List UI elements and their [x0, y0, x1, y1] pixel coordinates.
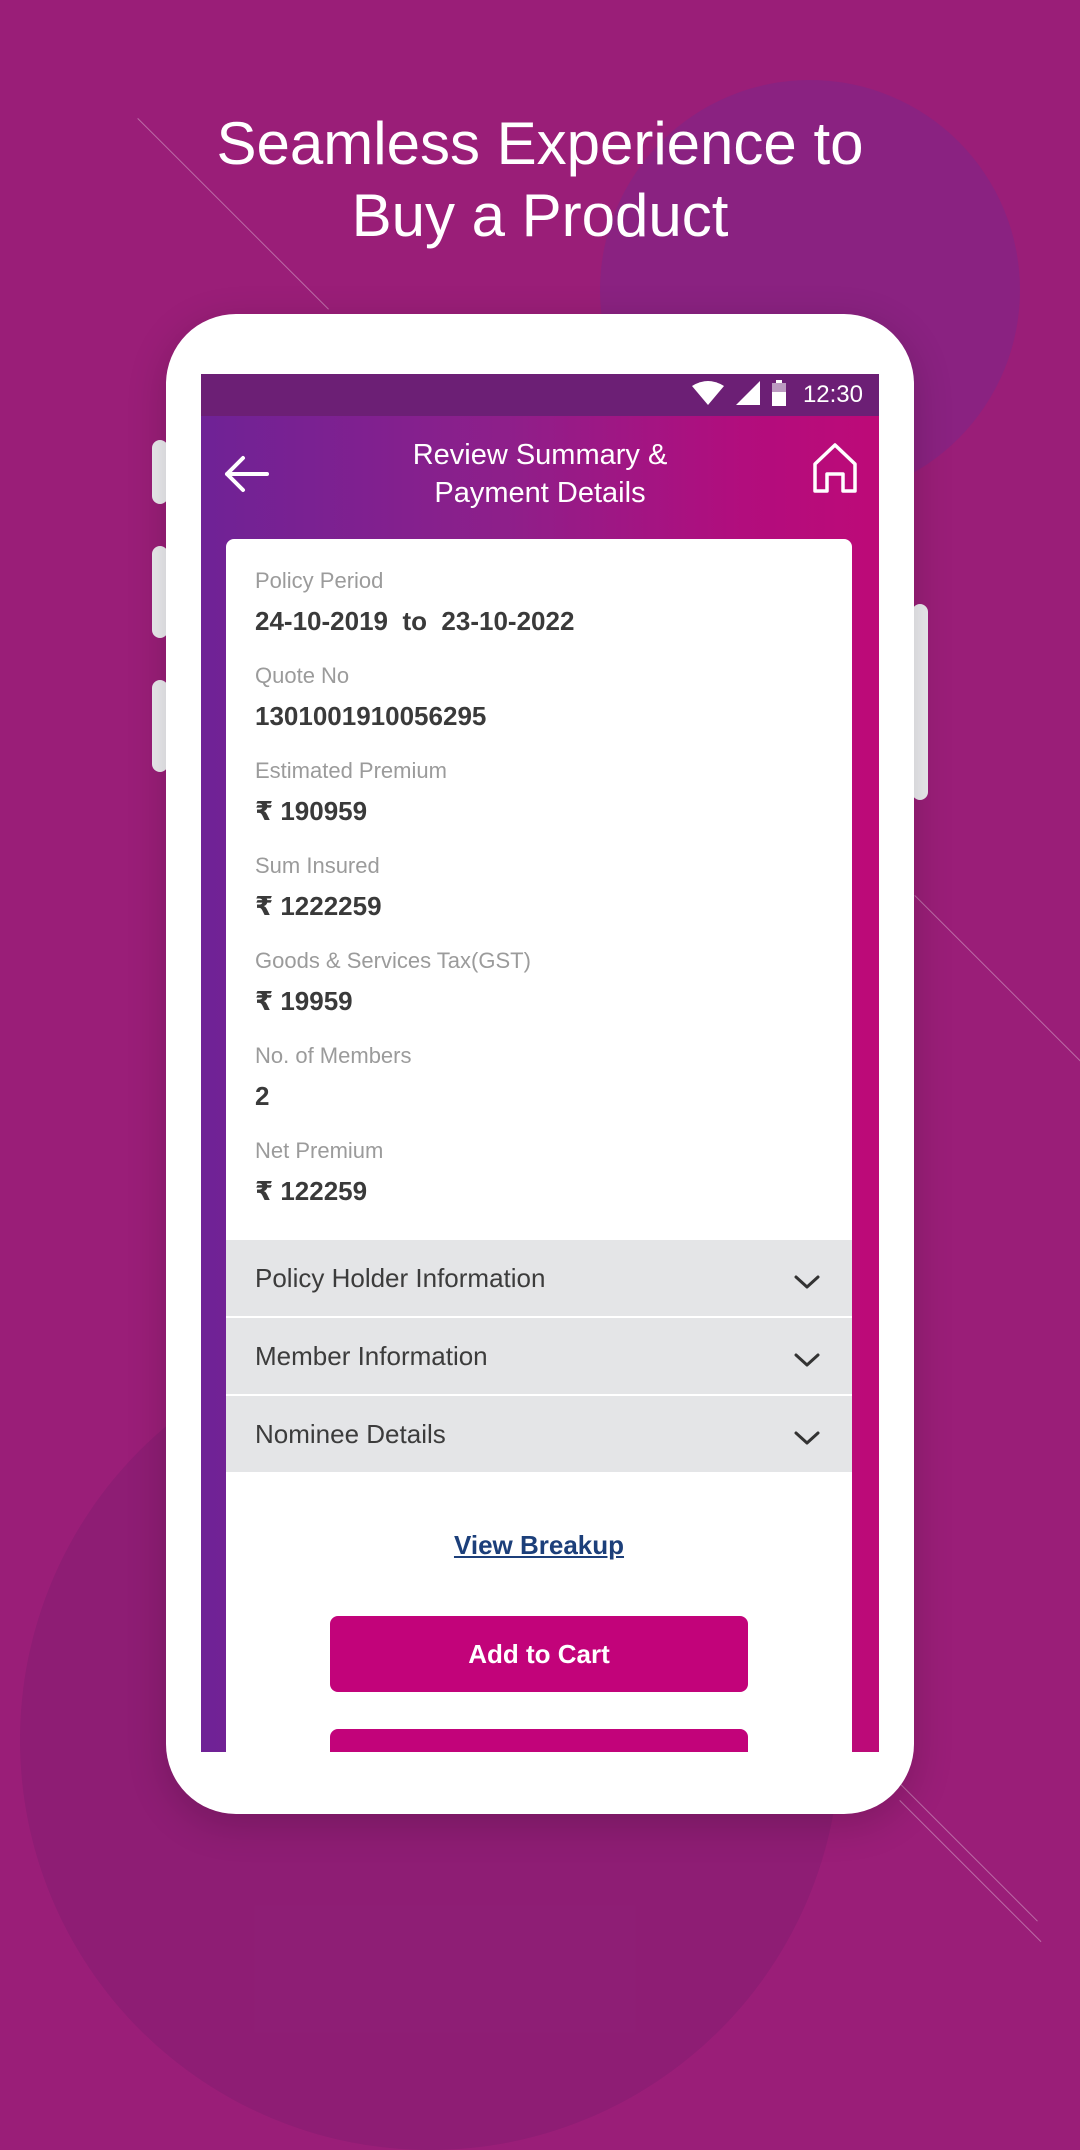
accordion-label: Nominee Details [255, 1418, 446, 1449]
app-bar: Review Summary & Payment Details [201, 416, 879, 536]
view-breakup-link[interactable]: View Breakup [226, 1530, 852, 1561]
field-policy-period: Policy Period 24-10-2019 to 23-10-2022 [255, 568, 574, 636]
field-label: Sum Insured [255, 853, 380, 878]
add-to-cart-button[interactable]: Add to Cart [330, 1616, 748, 1692]
field-label: Net Premium [255, 1138, 384, 1163]
field-value: ₹ 190959 [255, 796, 368, 826]
status-time: 12:30 [802, 381, 863, 408]
field-net-premium: Net Premium ₹ 122259 [255, 1138, 383, 1206]
field-value: 1301001910056295 [255, 701, 487, 731]
accordion-label: Policy Holder Information [255, 1262, 546, 1293]
chevron-down-icon [792, 1272, 822, 1292]
bg-decor-line [914, 895, 1080, 1087]
page-title-line-2: Payment Details [434, 477, 646, 509]
accordion-policy-holder[interactable]: Policy Holder Information [226, 1240, 852, 1316]
accordion-member-info[interactable]: Member Information [226, 1318, 852, 1394]
arrow-left-icon [221, 456, 273, 504]
status-bar: 12:30 [201, 374, 879, 416]
back-button[interactable] [221, 448, 273, 500]
add-to-cart-label: Add to Cart [468, 1638, 610, 1669]
promo-headline: Seamless Experience to Buy a Product [0, 108, 1080, 252]
field-quote-no: Quote No 1301001910056295 [255, 663, 486, 731]
battery-icon [771, 379, 787, 411]
secondary-action-button[interactable] [330, 1729, 748, 1752]
chevron-down-icon [792, 1350, 822, 1370]
wifi-icon [691, 380, 725, 411]
field-value: ₹ 19959 [255, 986, 353, 1016]
headline-line-1: Seamless Experience to [216, 110, 864, 177]
field-label: Estimated Premium [255, 758, 447, 783]
headline-line-2: Buy a Product [351, 182, 729, 249]
field-value: 24-10-2019 to 23-10-2022 [255, 606, 575, 636]
field-label: No. of Members [255, 1043, 412, 1068]
field-label: Goods & Services Tax(GST) [255, 948, 531, 973]
field-label: Quote No [255, 663, 350, 688]
field-value: 2 [255, 1081, 270, 1111]
field-members: No. of Members 2 [255, 1043, 412, 1111]
chevron-down-icon [792, 1428, 822, 1448]
signal-icon [735, 380, 761, 411]
field-value: ₹ 122259 [255, 1176, 368, 1206]
home-button[interactable] [811, 442, 859, 494]
accordion-label: Member Information [255, 1340, 488, 1371]
bg-decor-line [899, 1800, 1042, 1943]
accordion-nominee-details[interactable]: Nominee Details [226, 1396, 852, 1472]
field-label: Policy Period [255, 568, 384, 593]
phone-screen: 12:30 Review Summary & Payment Details P… [201, 374, 879, 1752]
field-sum-insured: Sum Insured ₹ 1222259 [255, 853, 382, 921]
field-gst: Goods & Services Tax(GST) ₹ 19959 [255, 948, 531, 1016]
home-icon [811, 443, 859, 498]
summary-card: Policy Period 24-10-2019 to 23-10-2022 Q… [226, 539, 852, 1752]
field-estimated-premium: Estimated Premium ₹ 190959 [255, 758, 447, 826]
page-title: Review Summary & Payment Details [321, 436, 759, 512]
field-value: ₹ 1222259 [255, 891, 382, 921]
page-title-line-1: Review Summary & [412, 439, 668, 471]
phone-side-button [912, 604, 928, 800]
